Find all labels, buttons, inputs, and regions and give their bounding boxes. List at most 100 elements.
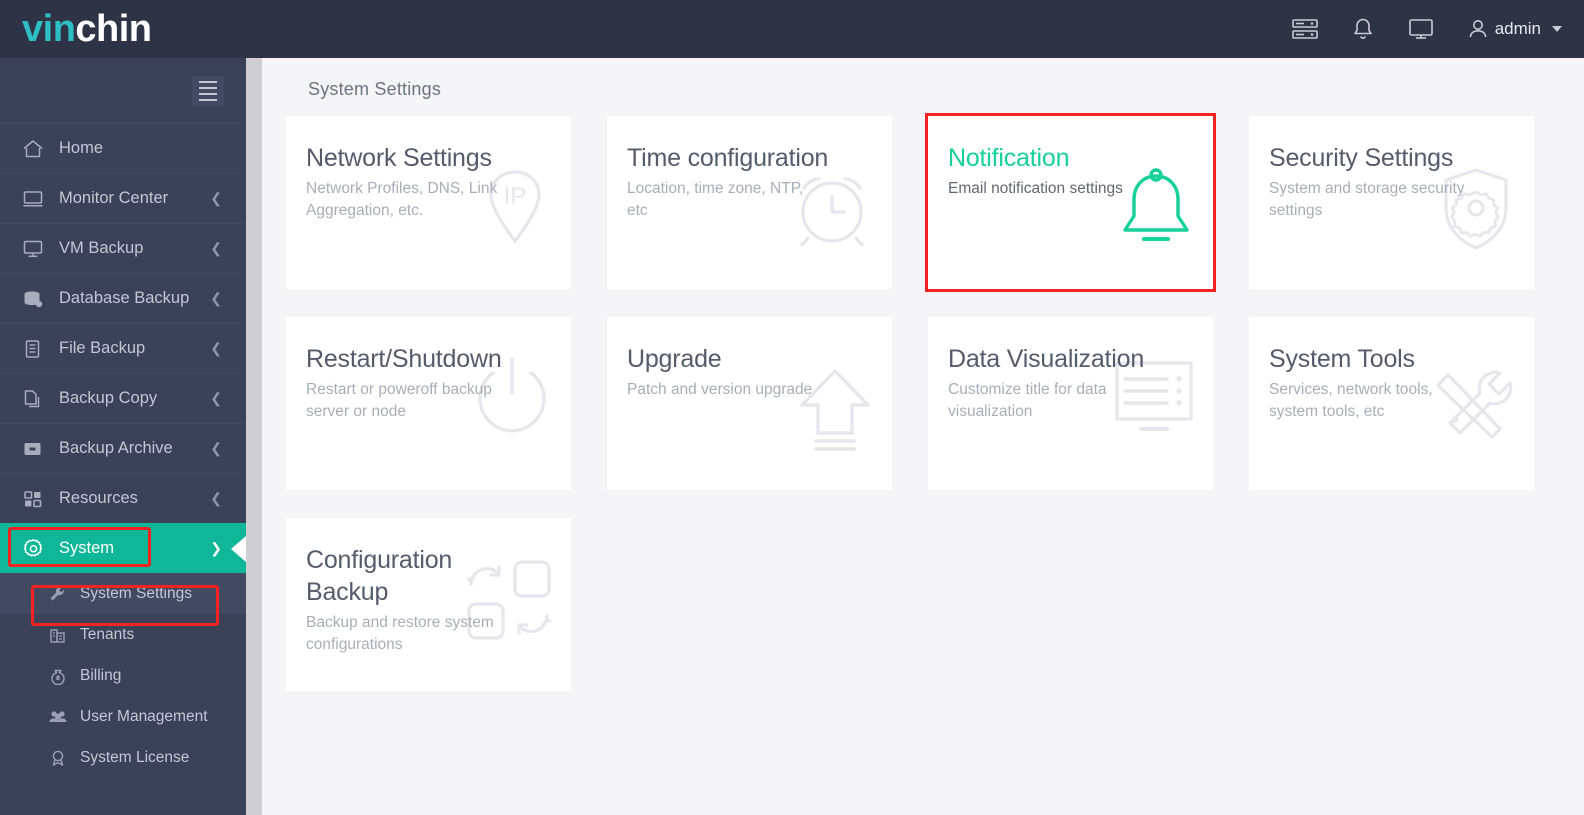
top-header-bar: vinchin admin	[0, 0, 1584, 58]
chevron-left-icon: ❮	[210, 390, 222, 406]
card-system-tools[interactable]: System Tools Services, network tools, sy…	[1249, 317, 1534, 490]
chevron-left-icon: ❮	[210, 490, 222, 506]
card-description: Restart or poweroff backup server or nod…	[306, 381, 492, 420]
card-data-visualization[interactable]: Data Visualization Customize title for d…	[928, 317, 1213, 490]
hamburger-line	[199, 92, 217, 95]
sidebar-item-system-settings[interactable]: System Settings	[0, 573, 246, 614]
file-icon	[22, 339, 46, 359]
card-title: Configuration Backup	[306, 546, 453, 606]
upload-arrow-icon	[792, 363, 878, 453]
card-title: Upgrade	[627, 345, 722, 373]
sidebar-item-label: Home	[59, 139, 104, 157]
bell-icon[interactable]	[1352, 17, 1374, 41]
sidebar-item-monitor-center[interactable]: Monitor Center ❮	[0, 173, 246, 223]
wrench-icon	[48, 585, 70, 603]
hamburger-line	[199, 80, 217, 83]
sidebar-item-label: Monitor Center	[59, 189, 169, 207]
sidebar-item-label: VM Backup	[59, 239, 144, 257]
money-bag-icon	[48, 667, 70, 685]
server-list-icon[interactable]	[1291, 18, 1318, 40]
sidebar-subitem-label: Billing	[80, 666, 122, 684]
chevron-left-icon: ❮	[210, 340, 222, 356]
card-title: Security Settings	[1269, 144, 1454, 172]
display-icon	[22, 239, 46, 259]
hamburger-icon[interactable]	[192, 75, 224, 106]
sidebar-item-backup-copy[interactable]: Backup Copy ❮	[0, 373, 246, 423]
card-title: Restart/Shutdown	[306, 345, 502, 373]
sidebar-item-billing[interactable]: Billing	[0, 655, 246, 696]
card-description: System and storage security settings	[1269, 180, 1465, 219]
sidebar-item-label: System	[59, 539, 115, 557]
card-network-settings[interactable]: Network Settings Network Profiles, DNS, …	[286, 116, 571, 289]
app-logo[interactable]: vinchin	[22, 10, 152, 48]
grid-icon	[22, 489, 46, 509]
sidebar-item-system[interactable]: System ❯	[0, 523, 246, 573]
card-title: Time configuration	[627, 144, 829, 172]
app-root: vinchin admin Home Monitor Center ❮ VM B…	[0, 0, 1584, 815]
logo-text-second: chin	[75, 8, 152, 50]
sidebar-item-label: Backup Copy	[59, 389, 158, 407]
database-icon	[22, 289, 46, 309]
card-title: Data Visualization	[948, 345, 1145, 373]
sidebar-item-system-license[interactable]: System License	[0, 737, 246, 778]
active-pointer-arrow	[231, 535, 246, 562]
sidebar-item-label: File Backup	[59, 339, 146, 357]
user-icon	[1468, 18, 1488, 40]
gear-icon	[22, 538, 46, 560]
hamburger-line	[199, 86, 217, 89]
sidebar-item-file-backup[interactable]: File Backup ❮	[0, 323, 246, 373]
sidebar-subitem-label: Tenants	[80, 625, 135, 643]
card-description: Network Profiles, DNS, Link Aggregation,…	[306, 180, 498, 219]
copy-icon	[22, 389, 46, 409]
card-description: Services, network tools, system tools, e…	[1269, 381, 1433, 420]
sidebar-item-user-management[interactable]: User Management	[0, 696, 246, 737]
building-icon	[48, 626, 70, 644]
sidebar-item-backup-archive[interactable]: Backup Archive ❮	[0, 423, 246, 473]
card-upgrade[interactable]: Upgrade Patch and version upgrade	[607, 317, 892, 490]
main-content: System Settings Network Settings Network…	[262, 58, 1584, 815]
user-menu[interactable]: admin	[1468, 18, 1562, 40]
monitor-icon[interactable]	[1408, 18, 1434, 40]
bell-icon	[1113, 162, 1199, 254]
users-icon	[48, 708, 70, 726]
card-description: Patch and version upgrade	[627, 381, 813, 398]
chevron-down-icon: ❯	[210, 540, 222, 556]
card-description: Customize title for data visualization	[948, 381, 1107, 420]
page-title: System Settings	[308, 79, 442, 99]
sidebar-item-label: Backup Archive	[59, 439, 173, 457]
chevron-left-icon: ❮	[210, 440, 222, 456]
chevron-down-icon	[1552, 26, 1562, 32]
award-icon	[48, 749, 70, 767]
card-description: Email notification settings	[948, 180, 1123, 197]
card-title: Notification	[948, 144, 1070, 172]
sidebar-item-vm-backup[interactable]: VM Backup ❮	[0, 223, 246, 273]
sidebar-nav: Home Monitor Center ❮ VM Backup ❮ Databa…	[0, 58, 246, 815]
card-title: System Tools	[1269, 345, 1415, 373]
sidebar-item-home[interactable]: Home	[0, 123, 246, 173]
chevron-left-icon: ❮	[210, 290, 222, 306]
user-name-label: admin	[1494, 19, 1541, 38]
sidebar-subitem-label: System Settings	[80, 584, 192, 602]
sidebar-item-resources[interactable]: Resources ❮	[0, 473, 246, 523]
chevron-left-icon: ❮	[210, 240, 222, 256]
sidebar-item-label: Database Backup	[59, 289, 190, 307]
hamburger-line	[199, 98, 217, 101]
sidebar-scrollbar[interactable]	[246, 58, 262, 815]
monitor-icon	[22, 189, 46, 209]
card-notification[interactable]: Notification Email notification settings	[925, 113, 1216, 292]
card-configuration-backup[interactable]: Configuration Backup Backup and restore …	[286, 518, 571, 691]
card-security-settings[interactable]: Security Settings System and storage sec…	[1249, 116, 1534, 289]
sidebar-subitem-label: System License	[80, 748, 190, 766]
card-description: Location, time zone, NTP, etc	[627, 180, 804, 219]
logo-text-first: vin	[22, 8, 76, 50]
card-time-configuration[interactable]: Time configuration Location, time zone, …	[607, 116, 892, 289]
svg-text:IP: IP	[504, 183, 527, 210]
sidebar-subitem-label: User Management	[80, 707, 208, 725]
card-restart-shutdown[interactable]: Restart/Shutdown Restart or poweroff bac…	[286, 317, 571, 490]
card-description: Backup and restore system configurations	[306, 614, 494, 653]
sidebar-item-database-backup[interactable]: Database Backup ❮	[0, 273, 246, 323]
sidebar-item-tenants[interactable]: Tenants	[0, 614, 246, 655]
archive-icon	[22, 439, 46, 459]
settings-card-grid: Network Settings Network Profiles, DNS, …	[286, 113, 1560, 691]
card-title: Network Settings	[306, 144, 492, 172]
